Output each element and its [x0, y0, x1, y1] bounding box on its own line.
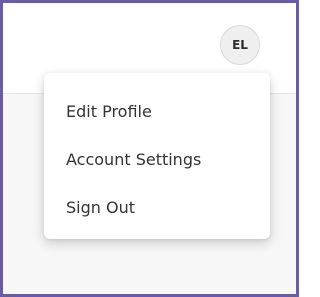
menu-item-account-settings[interactable]: Account Settings — [44, 135, 270, 183]
menu-item-sign-out[interactable]: Sign Out — [44, 183, 270, 231]
app-frame: EL Edit Profile Account Settings Sign Ou… — [0, 0, 299, 297]
avatar-button[interactable]: EL — [220, 25, 260, 65]
profile-dropdown-menu: Edit Profile Account Settings Sign Out — [44, 73, 270, 239]
menu-item-edit-profile[interactable]: Edit Profile — [44, 87, 270, 135]
